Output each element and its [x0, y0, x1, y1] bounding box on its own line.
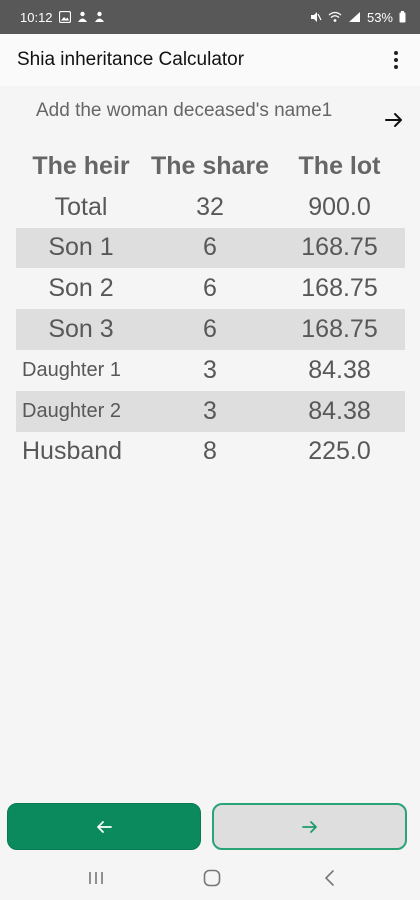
heir-name: Son 3 — [48, 315, 114, 344]
overflow-dot — [394, 65, 398, 69]
heir-name: Son 1 — [48, 233, 114, 262]
home-icon[interactable] — [200, 866, 224, 890]
wifi-icon — [328, 11, 342, 22]
table-row-total: Total 32 900.0 — [16, 187, 405, 228]
heir-lot: 168.75 — [301, 274, 378, 303]
overflow-dot — [394, 58, 398, 62]
heir-lot: 84.38 — [308, 396, 371, 425]
heir-share: 6 — [203, 233, 217, 262]
heir-share: 6 — [203, 274, 217, 303]
heir-name: Husband — [22, 437, 123, 466]
battery-icon — [399, 11, 406, 23]
heir-name: Son 2 — [48, 274, 114, 303]
heir-share: 32 — [196, 192, 224, 221]
heir-name: Total — [54, 192, 108, 221]
app-title: Shia inheritance Calculator — [17, 49, 245, 70]
app-notification-icon-2 — [94, 11, 104, 22]
back-nav-icon[interactable] — [318, 866, 342, 890]
next-button[interactable] — [212, 803, 407, 850]
table-header-row: The heir The share The lot — [16, 146, 405, 187]
heir-lot: 900.0 — [308, 192, 371, 221]
heir-lot: 225.0 — [308, 437, 371, 466]
table-row: Husband 8 225.0 — [16, 432, 405, 473]
recent-apps-icon[interactable] — [84, 866, 108, 890]
heir-share: 3 — [203, 355, 217, 384]
app-notification-icon — [77, 11, 87, 22]
system-nav-bar — [0, 858, 420, 900]
table-row: Son 3 6 168.75 — [16, 309, 405, 350]
app-bar: Shia inheritance Calculator — [0, 34, 420, 86]
table-row: Son 2 6 168.75 — [16, 268, 405, 309]
heir-lot: 84.38 — [308, 355, 371, 384]
signal-icon — [348, 12, 360, 22]
heir-share: 3 — [203, 396, 217, 425]
status-left: 10:12 — [20, 10, 105, 25]
heir-name: Daughter 1 — [22, 358, 121, 381]
column-header-share: The share — [150, 151, 270, 180]
heir-share: 8 — [203, 437, 217, 466]
table-row: Son 1 6 168.75 — [16, 227, 405, 269]
column-header-lot: The lot — [298, 151, 381, 180]
battery-level: 53% — [366, 9, 393, 25]
inheritance-table: The heir The share The lot Total 32 900.… — [16, 146, 405, 472]
heir-share: 6 — [203, 315, 217, 344]
gallery-notification-icon — [58, 11, 71, 23]
status-right: 53% — [310, 10, 406, 25]
heir-name: Daughter 2 — [22, 399, 121, 422]
status-bar: 10:12 53% — [0, 0, 420, 34]
back-button[interactable] — [7, 803, 201, 850]
deceased-name-input[interactable] — [36, 100, 366, 122]
heir-lot: 168.75 — [301, 233, 378, 262]
overflow-dot — [394, 51, 398, 55]
more-vert-icon[interactable] — [386, 48, 406, 72]
arrow-left-icon — [97, 820, 112, 833]
mute-icon — [310, 12, 322, 22]
arrow-right-icon[interactable] — [382, 108, 406, 132]
deceased-name-row — [0, 86, 420, 140]
arrow-right-icon — [301, 820, 317, 833]
column-header-heir: The heir — [32, 151, 130, 180]
status-time: 10:12 — [20, 9, 53, 25]
table-row: Daughter 1 3 84.38 — [16, 350, 405, 391]
heir-lot: 168.75 — [301, 315, 378, 344]
table-row: Daughter 2 3 84.38 — [16, 390, 405, 432]
